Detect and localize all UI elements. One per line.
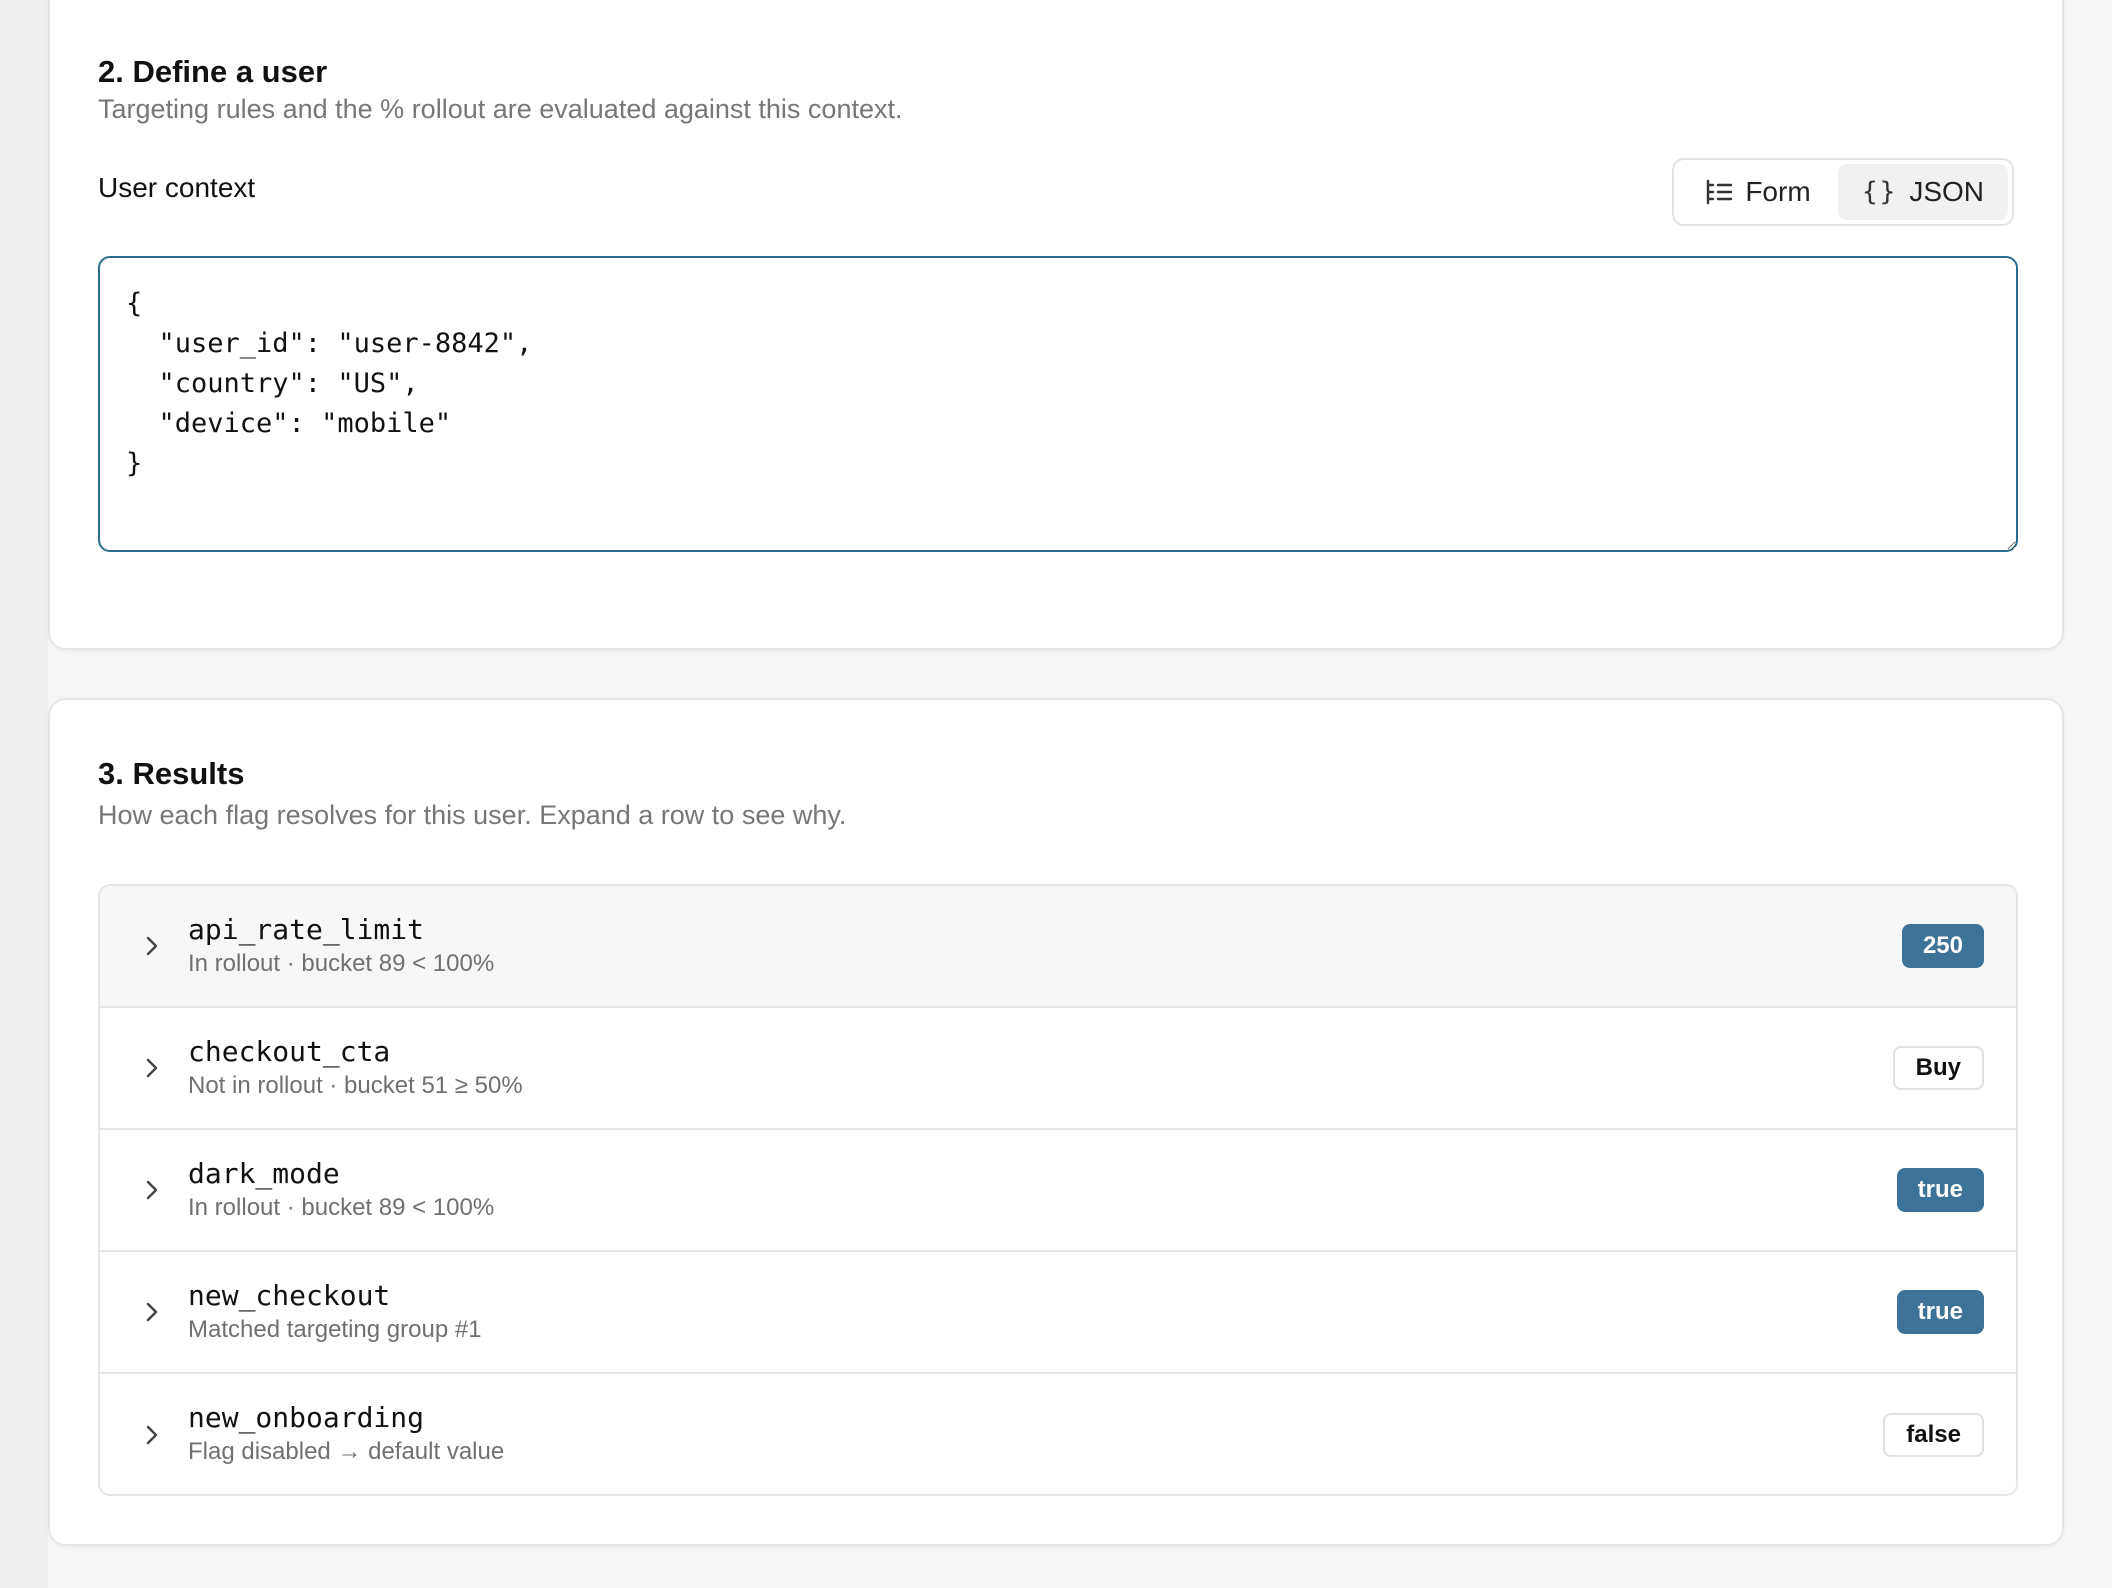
flag-value-badge: 250: [1901, 924, 1984, 968]
form-mode-label: Form: [1745, 176, 1811, 207]
flag-reason: In rollout · bucket 89 < 100%: [188, 950, 495, 977]
user-context-label: User context: [98, 172, 256, 203]
results-subtitle: How each flag resolves for this user. Ex…: [98, 800, 847, 830]
braces-icon: {}: [1862, 177, 1898, 207]
flag-reason: Matched targeting group #1: [188, 1316, 482, 1343]
list-tree-icon: [1705, 179, 1733, 205]
json-mode-label: JSON: [1909, 176, 1984, 207]
user-context-json-editor[interactable]: { "user_id": "user-8842", "country": "US…: [98, 256, 2018, 552]
flag-value-badge: false: [1883, 1413, 1984, 1457]
flag-value-badge: true: [1896, 1290, 1984, 1334]
chevron-right-icon: [146, 1180, 158, 1200]
flag-name: dark_mode: [188, 1157, 340, 1190]
define-user-card: 2. Define a user Targeting rules and the…: [48, 0, 2064, 650]
chevron-right-icon: [146, 1058, 158, 1078]
result-row[interactable]: api_rate_limit In rollout · bucket 89 < …: [100, 886, 2016, 1008]
flag-name: checkout_cta: [188, 1035, 391, 1068]
result-row[interactable]: new_onboarding Flag disabled → default v…: [100, 1374, 2016, 1494]
results-list: api_rate_limit In rollout · bucket 89 < …: [98, 884, 2018, 1496]
flag-name: new_checkout: [188, 1279, 391, 1312]
flag-reason: Flag disabled → default value: [188, 1438, 505, 1465]
flag-reason: Not in rollout · bucket 51 ≥ 50%: [188, 1072, 523, 1099]
json-mode-button[interactable]: {} JSON: [1838, 164, 2008, 220]
flag-reason: In rollout · bucket 89 < 100%: [188, 1194, 495, 1221]
chevron-right-icon: [146, 936, 158, 956]
result-row[interactable]: new_checkout Matched targeting group #1 …: [100, 1252, 2016, 1374]
flag-value-badge: Buy: [1892, 1046, 1984, 1090]
chevron-right-icon: [146, 1425, 158, 1445]
results-title: 3. Results: [98, 756, 245, 791]
flag-name: new_onboarding: [188, 1401, 425, 1434]
page-edge: [0, 0, 48, 1588]
define-user-subtitle: Targeting rules and the % rollout are ev…: [98, 94, 903, 124]
result-row[interactable]: dark_mode In rollout · bucket 89 < 100% …: [100, 1130, 2016, 1252]
define-user-title: 2. Define a user: [98, 54, 328, 89]
context-mode-toggle: Form {} JSON: [1672, 158, 2014, 226]
results-card: 3. Results How each flag resolves for th…: [48, 698, 2064, 1546]
chevron-right-icon: [146, 1302, 158, 1322]
result-row[interactable]: checkout_cta Not in rollout · bucket 51 …: [100, 1008, 2016, 1130]
flag-value-badge: true: [1896, 1168, 1984, 1212]
form-mode-button[interactable]: Form: [1678, 164, 1838, 220]
flag-name: api_rate_limit: [188, 913, 425, 946]
